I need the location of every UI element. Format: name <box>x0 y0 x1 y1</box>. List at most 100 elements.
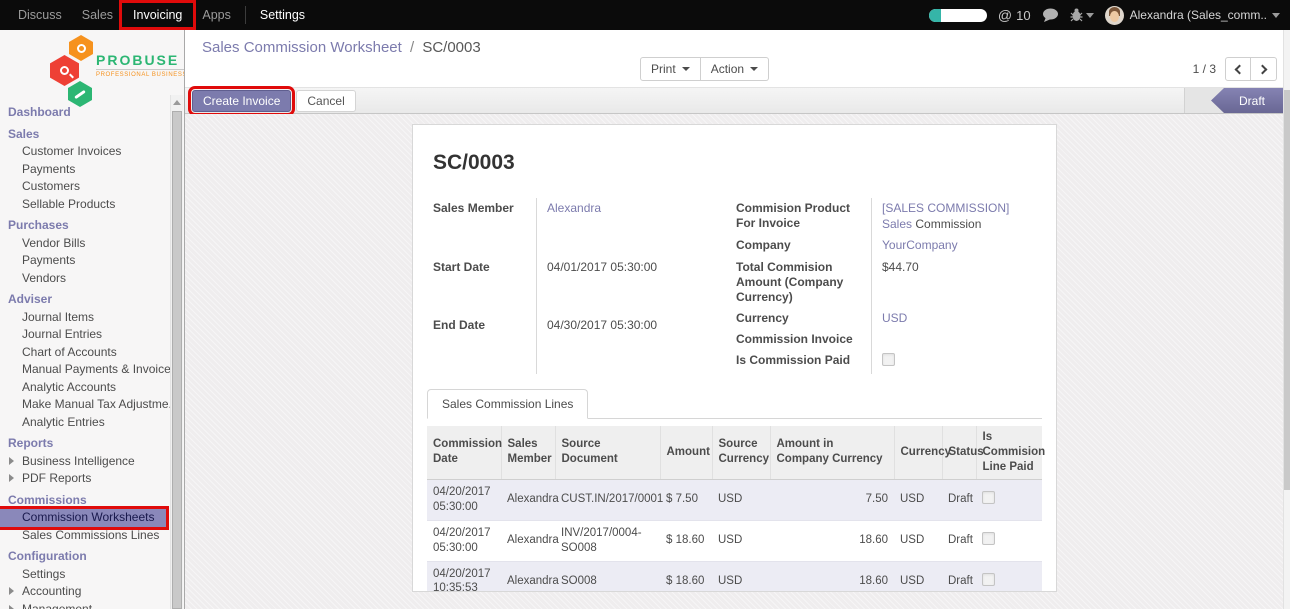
topbar-menu-invoicing[interactable]: Invoicing <box>123 4 192 26</box>
cancel-button[interactable]: Cancel <box>296 90 355 112</box>
logo-subtitle: PROFESSIONAL BUSINESS <box>96 69 185 78</box>
sidebar-scrollbar-thumb[interactable] <box>172 111 182 609</box>
field-value-sales-member[interactable]: Alexandra <box>547 201 601 215</box>
sidebar-item-payments[interactable]: Payments <box>0 252 166 270</box>
line-amount: $ 18.60 <box>660 520 712 561</box>
tab-sales-commission-lines[interactable]: Sales Commission Lines <box>427 389 588 419</box>
pager-counter: 1 / 3 <box>1193 62 1216 76</box>
pager-next-button[interactable] <box>1251 57 1277 81</box>
sidebar-section-sales[interactable]: Sales <box>0 126 166 144</box>
is-commission-paid-checkbox[interactable] <box>882 353 895 366</box>
sidebar-item-settings[interactable]: Settings <box>0 566 166 584</box>
user-menu[interactable]: Alexandra (Sales_comm.. <box>1130 8 1267 22</box>
table-row[interactable]: 04/20/2017 10:35:53AlexandraSO008$ 18.60… <box>427 561 1042 592</box>
line-status: Draft <box>942 520 976 561</box>
column-header-amount-in-company-currency[interactable]: Amount in Company Currency <box>770 426 894 479</box>
sidebar-item-business-intelligence[interactable]: Business Intelligence <box>0 453 166 471</box>
create-invoice-button[interactable]: Create Invoice <box>192 90 291 112</box>
field-label-commission-product: Commision Product For Invoice <box>736 198 872 235</box>
sidebar-section-reports[interactable]: Reports <box>0 435 166 453</box>
field-value-currency[interactable]: USD <box>882 311 907 325</box>
column-header-is-commision-line-paid[interactable]: Is Commision Line Paid <box>976 426 1042 479</box>
user-avatar[interactable] <box>1105 6 1124 25</box>
breadcrumb-separator: / <box>406 39 418 56</box>
sidebar-item-analytic-entries[interactable]: Analytic Entries <box>0 414 166 432</box>
logo-title: PROBUSE <box>96 52 185 68</box>
sidebar-item-vendors[interactable]: Vendors <box>0 270 166 288</box>
table-row[interactable]: 04/20/2017 05:30:00AlexandraCUST.IN/2017… <box>427 479 1042 520</box>
sidebar-section-purchases[interactable]: Purchases <box>0 217 166 235</box>
sidebar-item-management[interactable]: Management <box>0 601 166 609</box>
sidebar-item-chart-of-accounts[interactable]: Chart of Accounts <box>0 344 166 362</box>
sidebar-section-commissions[interactable]: Commissions <box>0 492 166 510</box>
pager-previous-button[interactable] <box>1225 57 1251 81</box>
sidebar-scrollbar[interactable] <box>170 95 183 609</box>
window-scrollbar-thumb[interactable] <box>1284 90 1290 490</box>
sidebar-item-make-manual-tax-adjustme[interactable]: Make Manual Tax Adjustme... <box>0 396 166 414</box>
field-value-end-date: 04/30/2017 05:30:00 <box>537 315 736 374</box>
sidebar-item-analytic-accounts[interactable]: Analytic Accounts <box>0 379 166 397</box>
sidebar-item-pdf-reports[interactable]: PDF Reports <box>0 470 166 488</box>
sidebar-item-accounting[interactable]: Accounting <box>0 583 166 601</box>
sidebar-item-journal-items[interactable]: Journal Items <box>0 309 166 327</box>
sidebar-item-sellable-products[interactable]: Sellable Products <box>0 196 166 214</box>
table-row[interactable]: 04/20/2017 05:30:00AlexandraINV/2017/000… <box>427 520 1042 561</box>
line-paid-checkbox[interactable] <box>982 532 995 545</box>
action-caret-icon <box>750 67 758 75</box>
topbar-menu-sales[interactable]: Sales <box>72 4 123 26</box>
sidebar-section-configuration[interactable]: Configuration <box>0 548 166 566</box>
planner-progress-bar[interactable] <box>929 9 987 22</box>
breadcrumb-parent[interactable]: Sales Commission Worksheet <box>202 39 402 56</box>
form-view-background: SC/0003 Sales Member Alexandra Start Dat… <box>185 114 1283 609</box>
field-label-sales-member: Sales Member <box>433 198 537 257</box>
form-sheet: SC/0003 Sales Member Alexandra Start Dat… <box>412 124 1057 592</box>
sidebar-section-adviser[interactable]: Adviser <box>0 291 166 309</box>
column-header-currency[interactable]: Currency <box>894 426 942 479</box>
field-value-company[interactable]: YourCompany <box>882 238 958 252</box>
scroll-up-arrow-icon[interactable] <box>171 95 183 109</box>
debug-menu[interactable] <box>1070 8 1094 22</box>
bug-icon <box>1070 8 1083 22</box>
sidebar-item-manual-payments-invoice[interactable]: Manual Payments & Invoice... <box>0 361 166 379</box>
line-paid-cell <box>976 561 1042 592</box>
line-currency: USD <box>894 520 942 561</box>
status-badge[interactable]: Draft <box>1211 88 1283 113</box>
right-field-group: Commision Product For Invoice [SALES COM… <box>736 198 1036 374</box>
activities-menu[interactable]: @ 10 <box>998 7 1031 23</box>
line-paid-cell <box>976 520 1042 561</box>
column-header-source-currency[interactable]: Source Currency <box>712 426 770 479</box>
column-header-commission-date[interactable]: Commission Date <box>427 426 501 479</box>
messages-icon[interactable] <box>1042 8 1059 23</box>
topbar-menu-settings[interactable]: Settings <box>250 4 315 26</box>
field-value-total-commission: $44.70 <box>872 257 1036 308</box>
topbar-menu-apps[interactable]: Apps <box>192 4 241 26</box>
sidebar-item-sales-commissions-lines[interactable]: Sales Commissions Lines <box>0 527 166 545</box>
field-value-commission-invoice <box>872 329 1036 350</box>
sidebar-item-vendor-bills[interactable]: Vendor Bills <box>0 235 166 253</box>
print-caret-icon <box>682 67 690 75</box>
topbar-menu-discuss[interactable]: Discuss <box>8 4 72 26</box>
print-button[interactable]: Print <box>640 57 701 81</box>
notebook-tabs: Sales Commission Lines <box>427 388 1042 419</box>
line-paid-checkbox[interactable] <box>982 491 995 504</box>
sidebar-item-customer-invoices[interactable]: Customer Invoices <box>0 143 166 161</box>
top-navbar: DiscussSalesInvoicingApps Settings @ 10 A… <box>0 0 1290 30</box>
column-header-sales-member[interactable]: Sales Member <box>501 426 555 479</box>
sidebar-section-dashboard[interactable]: Dashboard <box>0 104 166 122</box>
column-header-source-document[interactable]: Source Document <box>555 426 660 479</box>
sidebar-item-customers[interactable]: Customers <box>0 178 166 196</box>
chevron-left-icon <box>1235 64 1245 74</box>
sidebar-item-commission-worksheets[interactable]: Commission Worksheets <box>0 509 166 527</box>
line-paid-checkbox[interactable] <box>982 573 995 586</box>
sidebar-item-payments[interactable]: Payments <box>0 161 166 179</box>
line-amount-company: 18.60 <box>770 520 894 561</box>
line-date: 04/20/2017 10:35:53 <box>427 561 501 592</box>
line-src-currency: USD <box>712 520 770 561</box>
line-date: 04/20/2017 05:30:00 <box>427 479 501 520</box>
sidebar-item-journal-entries[interactable]: Journal Entries <box>0 326 166 344</box>
window-scrollbar[interactable] <box>1283 30 1290 609</box>
line-src-currency: USD <box>712 479 770 520</box>
mention-icon: @ <box>998 7 1012 23</box>
action-button[interactable]: Action <box>701 57 769 81</box>
column-header-amount[interactable]: Amount <box>660 426 712 479</box>
